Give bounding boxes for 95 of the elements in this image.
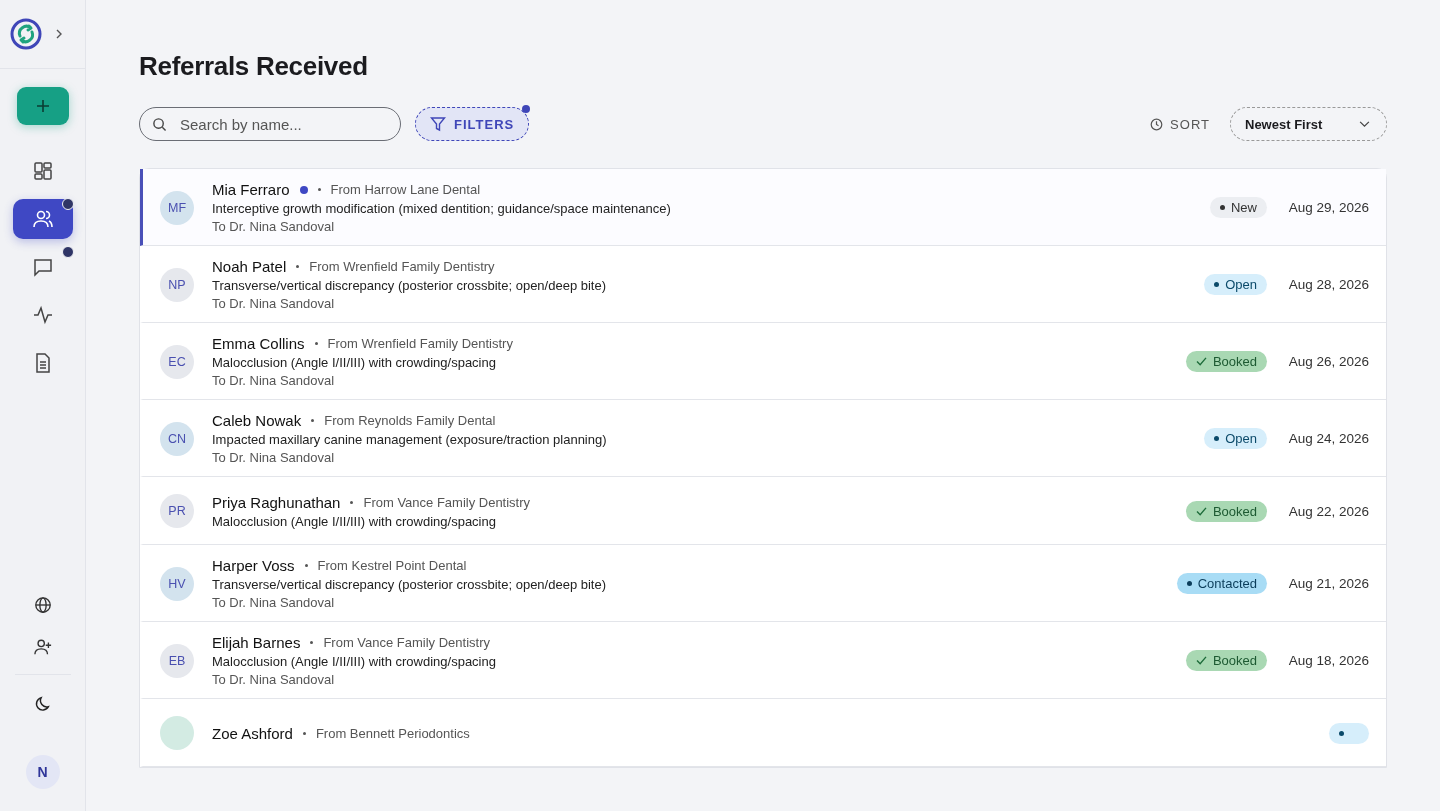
referral-date: Aug 24, 2026 [1287,431,1369,446]
moon-icon [33,695,52,713]
status-dot [1220,205,1225,210]
add-user-icon [33,638,52,656]
check-icon [1195,506,1207,516]
chevron-down-icon [1359,120,1370,128]
patient-name: Mia Ferraro [212,181,290,198]
referral-row[interactable]: Zoe Ashford From Bennett Periodontics [140,699,1386,767]
expand-chevron-icon[interactable] [54,29,64,39]
patient-name: Noah Patel [212,258,287,275]
status-badge: Contacted [1176,573,1267,594]
page-title: Referrals Received [139,51,369,81]
referral-recipient: To Dr. Nina Sandoval [212,296,336,311]
referral-recipient: To Dr. Nina Sandoval [212,373,336,388]
referral-recipient: To Dr. Nina Sandoval [212,450,336,465]
avatar: NP [160,267,194,302]
avatar: CN [160,421,194,456]
separator-dot [314,342,318,345]
avatar: HV [160,566,194,601]
search-icon [152,117,167,132]
user-avatar[interactable]: N [25,755,60,789]
nav-item[interactable] [12,199,73,239]
avatar: EC [160,344,194,379]
chat-bubble-icon [32,257,53,277]
globe-icon [33,596,52,614]
referral-reason: Malocclusion (Angle I/II/III) with crowding/spacing [212,355,497,370]
patient-name: Zoe Ashford [212,724,293,742]
referral-row[interactable]: MF Mia Ferraro From Harrow Lane Dental Interceptive growth modification (mixed dentition; guidance/space maintenance) To Dr. Nina Sandoval New Aug 29, 2026 [140,169,1386,246]
activity-icon [32,305,53,325]
separator-dot [317,188,321,191]
separator-dot [296,265,300,268]
avatar: EB [160,643,194,678]
filter-icon [430,116,446,132]
patient-name: Elijah Barnes [212,634,301,651]
referral-source: From Harrow Lane Dental [330,182,481,197]
filters-button[interactable]: FILTERS [415,107,530,141]
referral-reason: Transverse/vertical discrepancy (posterior crossbite; open/deep bite) [212,278,608,293]
referral-source: From Bennett Periodontics [315,725,470,741]
dashboard-icon [32,161,53,181]
referral-date: Aug 29, 2026 [1287,200,1369,215]
status-dot [1339,730,1344,736]
check-icon [1195,656,1207,665]
status-badge: Booked [1185,650,1267,671]
people-icon [31,209,54,229]
separator-dot [311,419,315,422]
referral-row[interactable]: PR Priya Raghunathan From Vance Family Dentistry Malocclusion (Angle I/II/III) with crowding/spacing Booked Aug 22, 2026 [140,477,1386,545]
referral-reason: Malocclusion (Angle I/II/III) with crowding/spacing [212,654,497,669]
status-dot [1214,436,1220,441]
referral-date: Aug 26, 2026 [1287,354,1369,369]
referral-reason: Malocclusion (Angle I/II/III) with crowding/spacing [212,513,497,529]
logo-icon[interactable] [10,18,42,50]
referral-date: Aug 18, 2026 [1287,653,1369,668]
referral-reason: Interceptive growth modification (mixed dentition; guidance/space maintenance) [212,201,672,216]
separator-dot [304,564,308,567]
separator-dot [310,641,314,644]
search-field[interactable]: Search by name... [139,107,401,141]
referral-date: Aug 22, 2026 [1287,503,1369,519]
avatar: MF [160,190,194,225]
sort-button[interactable]: SORT [1144,115,1216,133]
status-dot [1214,282,1220,287]
check-icon [1195,357,1207,366]
referral-row[interactable]: CN Caleb Nowak From Reynolds Family Dental Impacted maxillary canine management (exposure/traction planning) To Dr. Nina Sandoval Open Aug 24, 2026 [140,400,1386,477]
separator-dot [350,500,354,504]
referral-row[interactable]: NP Noah Patel From Wrenfield Family Dentistry Transverse/vertical discrepancy (posterior crossbite; open/deep bite) To Dr. Nina Sandoval Open Aug 28, 2026 [140,246,1386,323]
patient-name: Caleb Nowak [212,412,302,429]
avatar: PR [160,494,194,528]
clock-icon [1150,117,1164,131]
status-badge: Booked [1185,351,1267,372]
status-badge: Booked [1185,500,1267,522]
referral-source: From Wrenfield Family Dentistry [327,336,513,351]
referral-source: From Reynolds Family Dental [324,413,496,428]
patient-name: Emma Collins [212,335,305,352]
referral-date: Aug 21, 2026 [1287,576,1369,591]
plus-icon [35,99,50,113]
status-badge: Open [1204,428,1267,449]
referral-source: From Kestrel Point Dental [317,558,467,573]
referral-reason: Impacted maxillary canine management (exposure/traction planning) [212,432,608,447]
referral-source: From Vance Family Dentistry [363,494,531,510]
referral-source: From Vance Family Dentistry [323,635,491,650]
patient-name: Priya Raghunathan [212,493,341,511]
status-badge: New [1210,197,1267,218]
separator-dot [302,731,306,735]
referral-reason: Transverse/vertical discrepancy (posterior crossbite; open/deep bite) [212,577,608,592]
status-badge: Open [1204,274,1267,295]
referral-date: Aug 28, 2026 [1287,277,1369,292]
referral-row[interactable]: HV Harper Voss From Kestrel Point Dental Transverse/vertical discrepancy (posterior crossbite; open/deep bite) To Dr. Nina Sandoval Contacted Aug 21, 2026 [140,545,1386,622]
referral-recipient: To Dr. Nina Sandoval [212,595,336,610]
referral-source: From Wrenfield Family Dentistry [309,259,495,274]
referral-row[interactable]: EC Emma Collins From Wrenfield Family Dentistry Malocclusion (Angle I/II/III) with crowding/spacing To Dr. Nina Sandoval Booked Aug 26, 2026 [140,323,1386,400]
patient-name: Harper Voss [212,557,295,574]
referral-row[interactable]: EB Elijah Barnes From Vance Family Dentistry Malocclusion (Angle I/II/III) with crowding/spacing To Dr. Nina Sandoval Booked Aug 18, 2026 [140,622,1386,699]
referral-recipient: To Dr. Nina Sandoval [212,672,336,687]
add-button[interactable] [16,87,69,125]
status-dot [1186,581,1192,586]
referral-recipient: To Dr. Nina Sandoval [212,219,336,234]
